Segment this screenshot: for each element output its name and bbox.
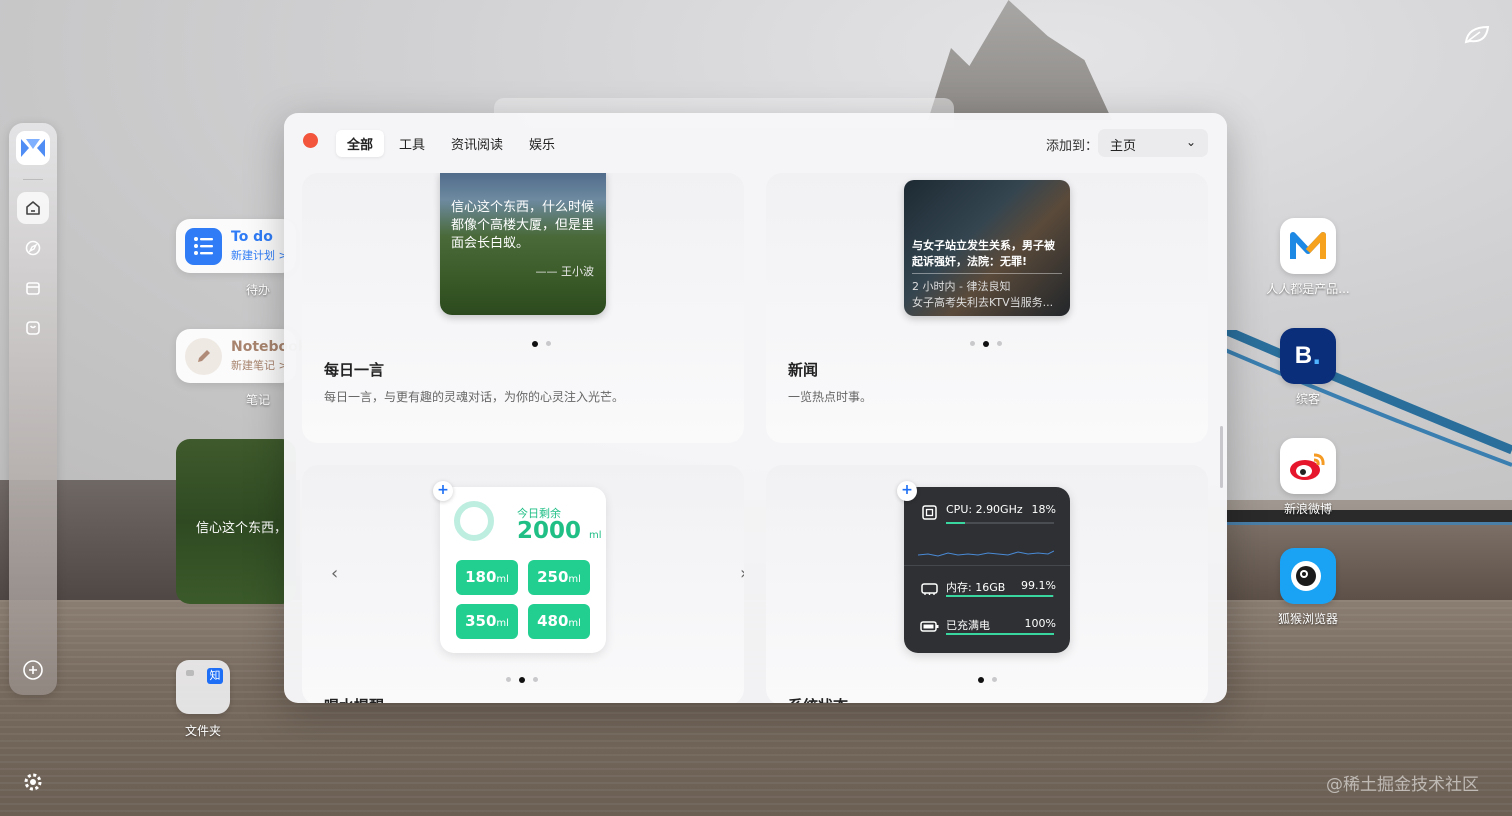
lemur-browser-icon bbox=[1280, 548, 1336, 604]
widget-gallery-panel: 全部 工具 资讯阅读 娱乐 添加到： 主页 ⌄ 信心这个东西，什么时候都像个高楼… bbox=[284, 113, 1227, 703]
woshipm-icon bbox=[1280, 218, 1336, 274]
cpu-label: CPU: 2.90GHz bbox=[946, 503, 1023, 516]
app-woshipm[interactable]: 人人都是产品... bbox=[1258, 218, 1358, 297]
card-title: 系统状态 bbox=[788, 695, 848, 703]
battery-value: 100% bbox=[1024, 617, 1056, 630]
dock-separator bbox=[23, 179, 43, 180]
water-button-180[interactable]: 180ml bbox=[456, 560, 518, 595]
todo-new-plan-link[interactable]: 新建计划 > bbox=[231, 247, 288, 263]
notebook-caption: 笔记 bbox=[245, 393, 270, 407]
folder-caption: 文件夹 bbox=[184, 724, 221, 738]
news-pager[interactable] bbox=[966, 340, 1006, 347]
add-to-value: 主页 bbox=[1110, 139, 1137, 154]
desktop-quote-widget[interactable]: 信心这个东西， bbox=[176, 439, 296, 604]
water-pager[interactable] bbox=[502, 676, 542, 683]
news-meta: 2 小时内 - 律法良知 bbox=[912, 280, 1011, 293]
tab-tools[interactable]: 工具 bbox=[388, 130, 436, 157]
quote-pager[interactable] bbox=[528, 340, 555, 347]
card-water-reminder[interactable]: ‹ › 今日剩余 2000 ml 180ml 250ml 350ml 480ml… bbox=[302, 465, 744, 703]
memory-bar bbox=[946, 595, 1054, 597]
folder-mini-icon bbox=[186, 670, 194, 676]
water-progress-ring bbox=[454, 501, 494, 541]
todo-list-icon bbox=[185, 227, 222, 265]
home-icon[interactable] bbox=[17, 192, 49, 224]
app-weibo[interactable]: 新浪微博 bbox=[1258, 438, 1358, 517]
battery-icon bbox=[920, 617, 939, 636]
weibo-icon bbox=[1280, 438, 1336, 494]
folder-widget[interactable]: 知 bbox=[176, 660, 230, 714]
water-button-350[interactable]: 350ml bbox=[456, 604, 518, 639]
card-desc: 每日一言，与更有趣的灵魂对话，为你的心灵注入光芒。 bbox=[324, 390, 625, 404]
chevron-left-icon[interactable]: ‹ bbox=[331, 563, 338, 584]
quote-preview-text: 信心这个东西，什么时候都像个高楼大厦，但是里面会长白蚁。 bbox=[451, 200, 595, 251]
zhihu-mini-icon: 知 bbox=[207, 668, 223, 684]
card-desc: 一览热点时事。 bbox=[788, 390, 873, 404]
app-booking[interactable]: B. 缤客 bbox=[1258, 328, 1358, 407]
app-lemur-browser[interactable]: 狐猴浏览器 bbox=[1258, 548, 1358, 627]
memory-icon bbox=[920, 579, 939, 598]
app-label: 缤客 bbox=[1295, 392, 1320, 406]
bag-icon[interactable] bbox=[17, 312, 49, 344]
panel-header: 全部 工具 资讯阅读 娱乐 添加到： 主页 ⌄ bbox=[284, 113, 1227, 173]
card-title: 喝水提醒 bbox=[324, 695, 384, 703]
cpu-icon bbox=[920, 503, 939, 522]
system-widget-preview: CPU: 2.90GHz 18% 内存: 16GB 99.1% 已充满电 100… bbox=[904, 487, 1070, 653]
store-icon[interactable] bbox=[17, 272, 49, 304]
water-button-250[interactable]: 250ml bbox=[528, 560, 590, 595]
category-tabs: 全部 工具 资讯阅读 娱乐 bbox=[336, 130, 570, 157]
card-title: 每日一言 bbox=[324, 361, 385, 379]
leaf-icon[interactable] bbox=[1464, 24, 1490, 46]
cpu-bar bbox=[946, 522, 1054, 524]
todo-widget[interactable]: To do 新建计划 > bbox=[176, 219, 296, 273]
notebook-widget[interactable]: Notebook 新建笔记 > bbox=[176, 329, 307, 383]
memory-label: 内存: 16GB bbox=[946, 581, 1006, 594]
system-divider bbox=[904, 565, 1070, 566]
news-divider bbox=[912, 273, 1062, 274]
pencil-icon bbox=[185, 337, 222, 375]
close-button[interactable] bbox=[303, 133, 318, 148]
battery-bar bbox=[946, 633, 1054, 635]
chevron-down-icon: ⌄ bbox=[1185, 135, 1196, 149]
cpu-graph bbox=[917, 537, 1055, 561]
app-label: 狐猴浏览器 bbox=[1277, 612, 1338, 626]
card-system-status[interactable]: CPU: 2.90GHz 18% 内存: 16GB 99.1% 已充满电 100… bbox=[766, 465, 1208, 703]
tab-news-reading[interactable]: 资讯阅读 bbox=[440, 130, 514, 157]
add-widget-plus-icon[interactable]: + bbox=[897, 481, 917, 501]
quote-preview: 信心这个东西，什么时候都像个高楼大厦，但是里面会长白蚁。 —— 王小波 bbox=[440, 173, 606, 315]
water-widget-preview: 今日剩余 2000 ml 180ml 250ml 350ml 480ml bbox=[440, 487, 606, 653]
app-label: 新浪微博 bbox=[1283, 502, 1332, 516]
tab-all[interactable]: 全部 bbox=[336, 130, 385, 157]
tab-entertainment[interactable]: 娱乐 bbox=[518, 130, 566, 157]
app-logo-icon[interactable] bbox=[16, 131, 50, 165]
cpu-value: 18% bbox=[1031, 503, 1056, 516]
add-widget-plus-icon[interactable]: + bbox=[433, 481, 453, 501]
chevron-right-icon[interactable]: › bbox=[740, 563, 744, 584]
booking-icon: B. bbox=[1280, 328, 1336, 384]
battery-label: 已充满电 bbox=[946, 619, 990, 632]
settings-gear-icon[interactable] bbox=[21, 770, 45, 794]
news-next-headline: 女子高考失利去KTV当服务... bbox=[912, 296, 1054, 309]
todo-caption: 待办 bbox=[245, 283, 270, 297]
quote-preview-author: —— 王小波 bbox=[535, 265, 595, 278]
app-label: 人人都是产品... bbox=[1266, 282, 1350, 296]
card-title: 新闻 bbox=[788, 361, 819, 379]
left-dock bbox=[9, 123, 57, 695]
add-to-select[interactable]: 主页 ⌄ bbox=[1098, 129, 1208, 157]
news-headline: 与女子站立发生关系，男子被起诉强奸，法院：无罪! bbox=[912, 239, 1055, 268]
watermark: @稀土掘金技术社区 bbox=[1326, 775, 1479, 795]
todo-title: To do bbox=[231, 229, 273, 245]
card-daily-quote[interactable]: 信心这个东西，什么时候都像个高楼大厦，但是里面会长白蚁。 —— 王小波 每日一言… bbox=[302, 173, 744, 443]
memory-value: 99.1% bbox=[1021, 579, 1056, 592]
water-button-480[interactable]: 480ml bbox=[528, 604, 590, 639]
news-preview: 与女子站立发生关系，男子被起诉强奸，法院：无罪! 2 小时内 - 律法良知 女子… bbox=[904, 180, 1070, 316]
water-remain-amount: 2000 ml bbox=[517, 518, 602, 544]
panel-scrollbar[interactable] bbox=[1220, 426, 1223, 488]
system-pager[interactable] bbox=[974, 676, 1001, 683]
card-news[interactable]: 与女子站立发生关系，男子被起诉强奸，法院：无罪! 2 小时内 - 律法良知 女子… bbox=[766, 173, 1208, 443]
compass-icon[interactable] bbox=[17, 232, 49, 264]
desktop-quote-text: 信心这个东西， bbox=[196, 521, 288, 536]
add-to-label: 添加到： bbox=[1046, 139, 1099, 154]
add-circle-icon[interactable] bbox=[20, 657, 46, 683]
